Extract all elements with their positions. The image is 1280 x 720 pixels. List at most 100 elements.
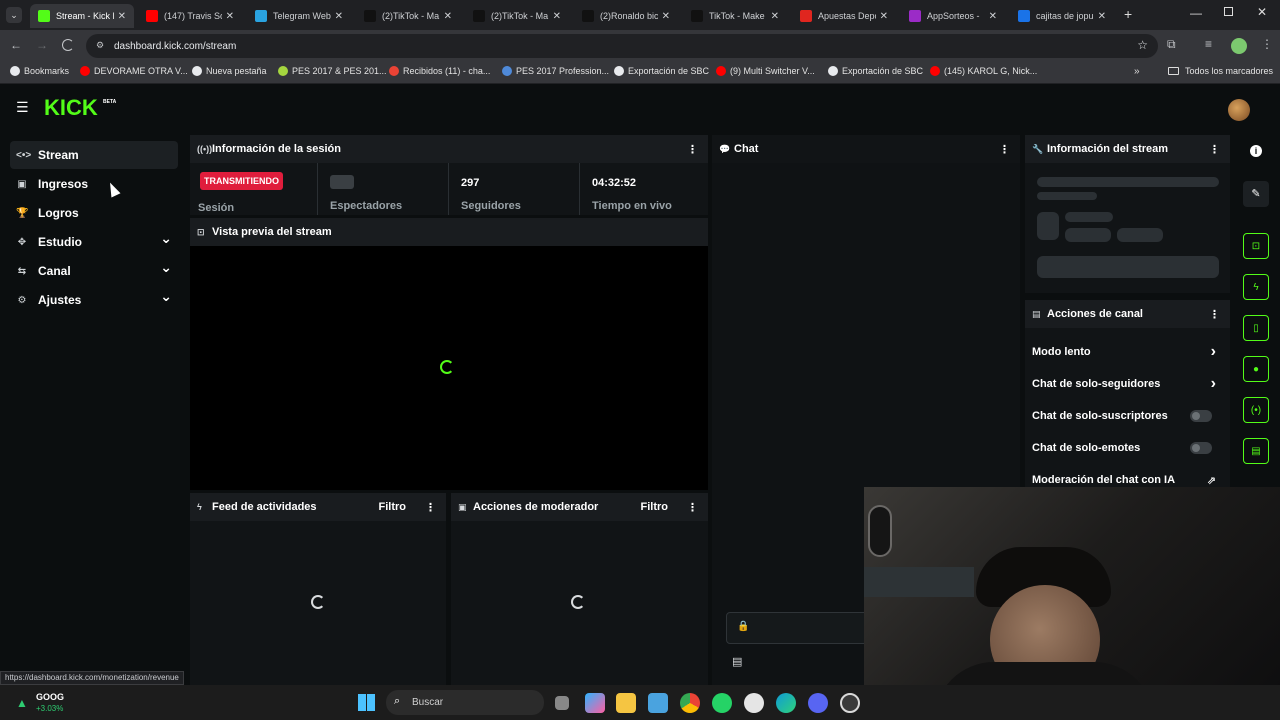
close-window-button[interactable]: ✕	[1257, 5, 1267, 19]
chevron-down-icon[interactable]: ⌄	[160, 230, 172, 247]
stop-loading-icon[interactable]	[62, 39, 74, 51]
profile-avatar-icon[interactable]	[1231, 38, 1247, 54]
tab-close-icon[interactable]: ✕	[335, 11, 343, 22]
sidebar-item-ingresos[interactable]: ▣ Ingresos	[10, 170, 178, 198]
uptime-value: 04:32:52	[592, 177, 637, 189]
maximize-button[interactable]	[1224, 7, 1233, 16]
activity-menu-icon[interactable]: ⋮	[425, 501, 436, 514]
hamburger-menu-icon[interactable]: ☰	[16, 99, 29, 116]
browser-tab[interactable]: (2)TikTok - Ma ✕	[356, 4, 460, 28]
toggle-switch[interactable]	[1190, 442, 1212, 454]
bookmark-star-icon[interactable]: ☆	[1137, 38, 1148, 52]
tab-close-icon[interactable]: ✕	[1098, 11, 1106, 22]
extensions-icon[interactable]: ⧉	[1167, 37, 1176, 52]
all-bookmarks-link[interactable]: Todos los marcadores	[1168, 66, 1273, 76]
bookmark-item[interactable]: Bookmarks	[10, 66, 69, 76]
address-bar[interactable]: ⚙ dashboard.kick.com/stream ☆	[86, 34, 1158, 58]
chrome-icon[interactable]	[680, 693, 700, 713]
rail-preview-button[interactable]: ⊡	[1243, 233, 1269, 259]
windows-start-icon[interactable]	[358, 694, 375, 711]
media-icon[interactable]: ≡	[1205, 37, 1212, 51]
sidebar-item-logros[interactable]: 🏆 Logros	[10, 199, 178, 227]
rail-broadcast-button[interactable]: (•)	[1243, 397, 1269, 423]
browser-menu-icon[interactable]: ⋮	[1261, 37, 1273, 51]
sidebar-item-stream[interactable]: <•> Stream	[10, 141, 178, 169]
bookmark-item[interactable]: DEVORAME OTRA V...	[80, 66, 188, 76]
copilot-icon[interactable]	[585, 693, 605, 713]
channel-action-row[interactable]: Chat de solo-emotes	[1032, 438, 1222, 458]
session-info-menu-icon[interactable]: ⋮	[687, 143, 698, 156]
user-avatar[interactable]	[1228, 99, 1250, 121]
browser-tab[interactable]: Apuestas Depc ✕	[792, 4, 896, 28]
rail-notes-button[interactable]: ▯	[1243, 315, 1269, 341]
browser-tab[interactable]: AppSorteos - ✕	[901, 4, 1005, 28]
stock-symbol[interactable]: GOOG	[36, 692, 64, 702]
toggle-switch[interactable]	[1190, 410, 1212, 422]
mod-actions-filter-button[interactable]: Filtro	[641, 501, 669, 513]
new-tab-button[interactable]: +	[1124, 6, 1132, 22]
bookmark-item[interactable]: PES 2017 Profession...	[502, 66, 609, 76]
bookmark-item[interactable]: PES 2017 & PES 201...	[278, 66, 387, 76]
browser-tab[interactable]: (2)TikTok - Ma ✕	[465, 4, 569, 28]
tab-close-icon[interactable]: ✕	[118, 11, 126, 22]
channel-action-row[interactable]: Chat de solo-seguidores ›	[1032, 374, 1222, 394]
bookmark-item[interactable]: Recibidos (11) - cha...	[389, 66, 490, 76]
stream-info-menu-icon[interactable]: ⋮	[1209, 143, 1220, 156]
stream-preview-panel: ⊡ Vista previa del stream	[190, 218, 708, 490]
discord-icon[interactable]	[808, 693, 828, 713]
chevron-down-icon[interactable]: ⌄	[160, 288, 172, 305]
chatgpt-icon[interactable]	[744, 693, 764, 713]
tab-close-icon[interactable]: ✕	[553, 11, 561, 22]
tab-close-icon[interactable]: ✕	[880, 11, 888, 22]
info-icon[interactable]: i	[1250, 145, 1262, 157]
sidebar-item-estudio[interactable]: ✥ Estudio ⌄	[10, 228, 178, 256]
sidebar-item-canal[interactable]: ⇆ Canal ⌄	[10, 257, 178, 285]
edge-icon[interactable]	[776, 693, 796, 713]
whatsapp-icon[interactable]	[712, 693, 732, 713]
more-bookmarks-icon[interactable]: »	[1134, 66, 1140, 77]
forward-icon[interactable]: →	[36, 38, 48, 52]
browser-tab[interactable]: cajitas de jopu ✕	[1010, 4, 1114, 28]
tab-close-icon[interactable]: ✕	[662, 11, 670, 22]
bookmark-item[interactable]: Exportación de SBC	[614, 66, 709, 76]
tab-close-icon[interactable]: ✕	[771, 11, 779, 22]
bookmark-item[interactable]: Exportación de SBC	[828, 66, 923, 76]
tab-close-icon[interactable]: ✕	[226, 11, 234, 22]
channel-action-row[interactable]: Modo lento ›	[1032, 342, 1222, 362]
tab-close-icon[interactable]: ✕	[989, 11, 997, 22]
browser-tab[interactable]: Telegram Web ✕	[247, 4, 351, 28]
channel-actions-menu-icon[interactable]: ⋮	[1209, 308, 1220, 321]
browser-tab[interactable]: (2)Ronaldo bic ✕	[574, 4, 678, 28]
rail-channel-actions-button[interactable]: ▤	[1243, 438, 1269, 464]
browser-tab[interactable]: Stream - Kick D ✕	[30, 4, 134, 28]
windows-taskbar: ▲ GOOG +3.03% ⌕ Buscar	[0, 685, 1280, 720]
channel-action-row[interactable]: Chat de solo-suscriptores	[1032, 406, 1222, 426]
file-explorer-icon[interactable]	[616, 693, 636, 713]
obs-icon[interactable]	[840, 693, 860, 713]
site-info-icon[interactable]: ⚙	[96, 40, 104, 51]
task-view-icon[interactable]	[555, 696, 569, 710]
chat-menu-icon[interactable]: ⋮	[999, 143, 1010, 156]
bookmark-item[interactable]: Nueva pestaña	[192, 66, 267, 76]
bookmark-item[interactable]: (145) KAROL G, Nick...	[930, 66, 1037, 76]
back-icon[interactable]: ←	[10, 38, 22, 52]
store-icon[interactable]	[648, 693, 668, 713]
chat-shop-icon[interactable]: ▤	[732, 655, 742, 668]
taskbar-search[interactable]: ⌕ Buscar	[386, 690, 544, 715]
bookmark-item[interactable]: (9) Multi Switcher V...	[716, 66, 815, 76]
tag-skeleton-3	[1117, 228, 1163, 242]
rail-chat-button[interactable]: ●	[1243, 356, 1269, 382]
minimize-button[interactable]: —	[1190, 6, 1202, 20]
browser-tab[interactable]: TikTok - Make ✕	[683, 4, 787, 28]
mod-actions-menu-icon[interactable]: ⋮	[687, 501, 698, 514]
edit-pencil-icon[interactable]: ✎	[1243, 181, 1269, 207]
kick-logo[interactable]: KICK	[44, 95, 98, 121]
stream-preview-title: Vista previa del stream	[212, 226, 332, 238]
activity-filter-button[interactable]: Filtro	[379, 501, 407, 513]
rail-activity-button[interactable]: ϟ	[1243, 274, 1269, 300]
browser-tab[interactable]: (147) Travis Sc ✕	[138, 4, 242, 28]
tab-search-button[interactable]: ⌄	[6, 7, 22, 23]
tab-close-icon[interactable]: ✕	[444, 11, 452, 22]
sidebar-item-ajustes[interactable]: ⚙ Ajustes ⌄	[10, 286, 178, 314]
chevron-down-icon[interactable]: ⌄	[160, 259, 172, 276]
